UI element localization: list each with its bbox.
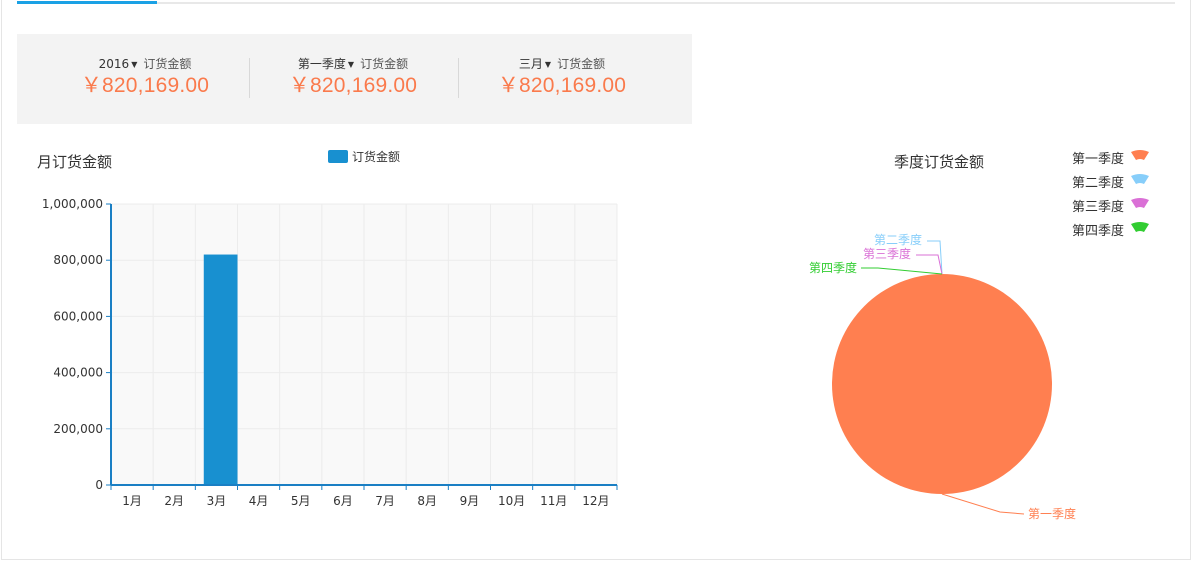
slice-leader-line bbox=[916, 254, 943, 275]
slice-leader-line bbox=[861, 267, 943, 275]
legend-swatch bbox=[1131, 198, 1149, 208]
pie-slice bbox=[832, 274, 1052, 494]
slice-label: 第三季度 bbox=[863, 246, 911, 261]
slice-leader-line bbox=[927, 240, 943, 275]
pie-chart: 第一季度第二季度第三季度第四季度 bbox=[809, 150, 1149, 521]
legend-swatch bbox=[1131, 174, 1149, 184]
legend-item[interactable]: 第二季度 bbox=[1040, 172, 1124, 191]
legend-item[interactable]: 第四季度 bbox=[1040, 220, 1124, 239]
slice-label: 第四季度 bbox=[809, 260, 857, 275]
legend-swatch bbox=[1131, 222, 1149, 232]
legend-item[interactable]: 第三季度 bbox=[1040, 196, 1124, 215]
legend-item[interactable]: 第一季度 bbox=[1040, 148, 1124, 167]
slice-leader-line bbox=[941, 493, 1025, 515]
slice-label: 第二季度 bbox=[874, 232, 922, 247]
legend-swatch bbox=[1131, 150, 1149, 160]
slice-label: 第一季度 bbox=[1028, 506, 1076, 521]
